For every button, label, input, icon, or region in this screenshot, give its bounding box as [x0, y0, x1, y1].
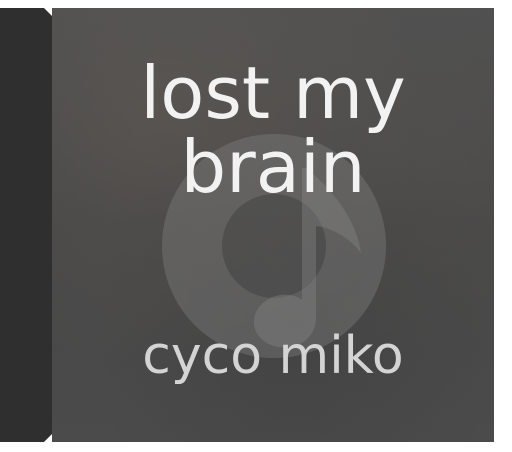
album-spine [0, 8, 52, 442]
album-title-line-1: lost my [140, 51, 406, 135]
album-title-line-2: brain [180, 125, 366, 209]
album-artist: cyco miko [142, 326, 404, 386]
album-cover[interactable]: lost my brain cyco miko [52, 8, 494, 442]
album-title: lost my brain [52, 56, 494, 204]
